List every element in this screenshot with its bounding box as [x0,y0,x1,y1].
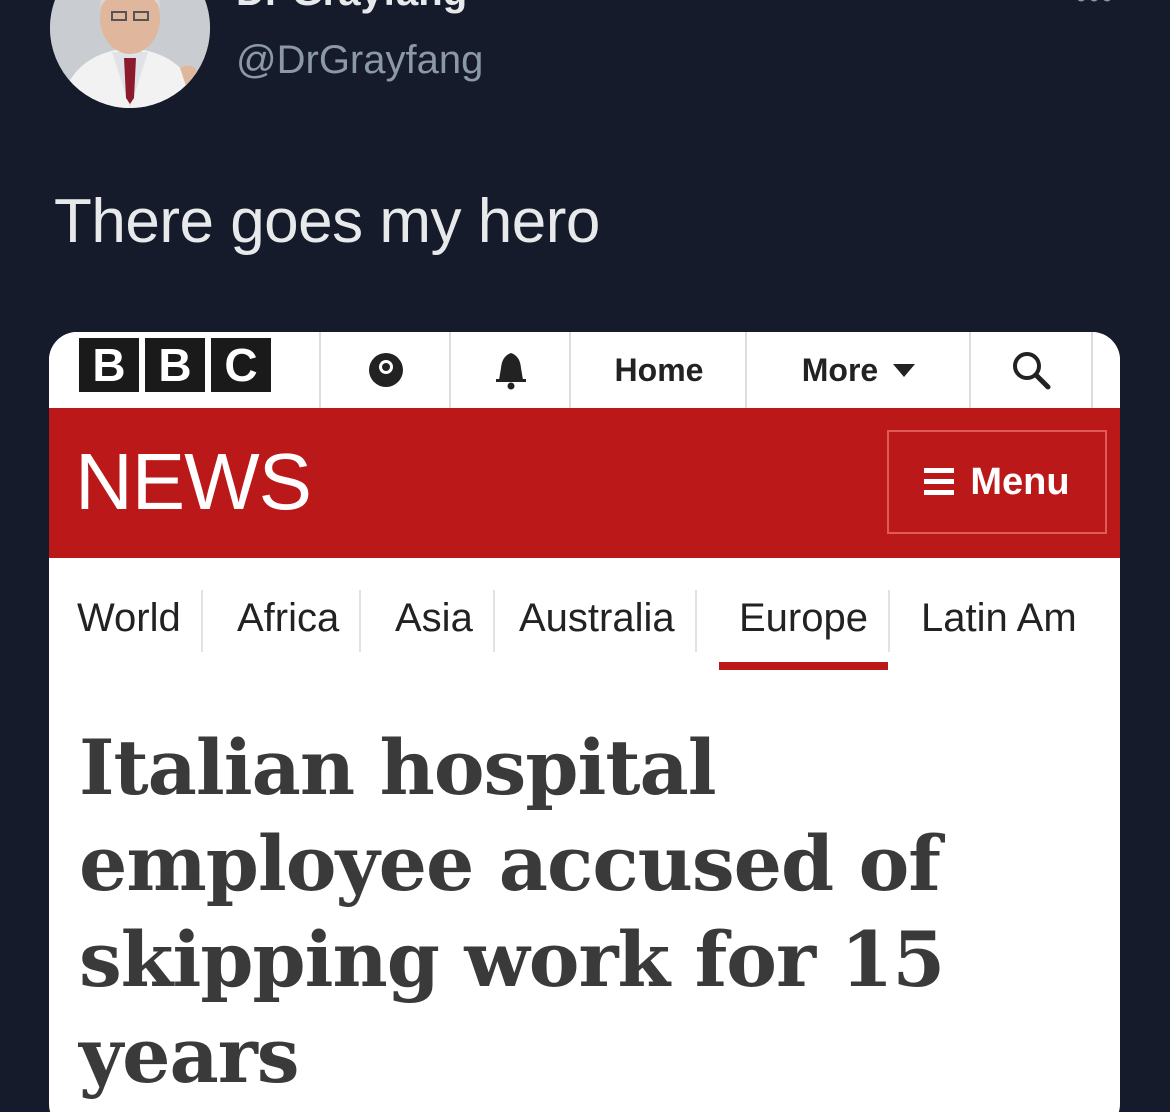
bbc-logo-letter: C [211,338,271,392]
menu-label: Menu [970,460,1070,503]
caret-down-icon [893,364,916,377]
home-link[interactable]: Home [569,332,747,408]
notifications-button[interactable] [449,332,571,408]
region-tab-australia[interactable]: Australia [499,590,697,652]
hamburger-icon [924,468,955,496]
tweet-view: Dr Grayfang @DrGrayfang ••• There goes m… [0,0,1170,1112]
more-dropdown[interactable]: More [745,332,971,408]
region-nav: World Africa Asia Australia Europe Latin… [49,558,1120,678]
home-link-label: Home [614,351,704,388]
region-tab-world[interactable]: World [57,590,203,652]
user-handle[interactable]: @DrGrayfang [236,38,483,83]
search-icon [1013,352,1051,390]
bbc-logo[interactable]: B B C [79,338,271,392]
bbc-logo-letter: B [145,338,205,392]
news-header: NEWS Menu [49,408,1120,558]
region-tab-asia[interactable]: Asia [375,590,495,652]
region-tab-europe[interactable]: Europe [719,590,890,670]
bbc-top-bar: B B C Home More [49,332,1120,408]
attached-image[interactable]: B B C Home More NEWS Menu World Africa A… [49,332,1120,1112]
menu-button[interactable]: Menu [887,430,1107,534]
bbc-logo-letter: B [79,338,139,392]
article-headline[interactable]: Italian hospital employee accused of ski… [79,720,1089,1104]
more-dropdown-label: More [801,351,879,388]
region-tab-africa[interactable]: Africa [217,590,362,652]
account-button[interactable] [319,332,451,408]
user-avatar[interactable] [50,0,210,108]
bell-icon [496,353,526,390]
search-button[interactable] [969,332,1093,408]
more-horizontal-icon[interactable]: ••• [1075,0,1114,17]
doctor-portrait-icon [50,0,210,108]
account-icon [369,353,403,387]
display-name[interactable]: Dr Grayfang [236,0,467,15]
region-tab-latin-america[interactable]: Latin Am [901,590,1097,652]
news-wordmark[interactable]: NEWS [75,436,312,528]
tweet-text: There goes my hero [54,187,600,256]
